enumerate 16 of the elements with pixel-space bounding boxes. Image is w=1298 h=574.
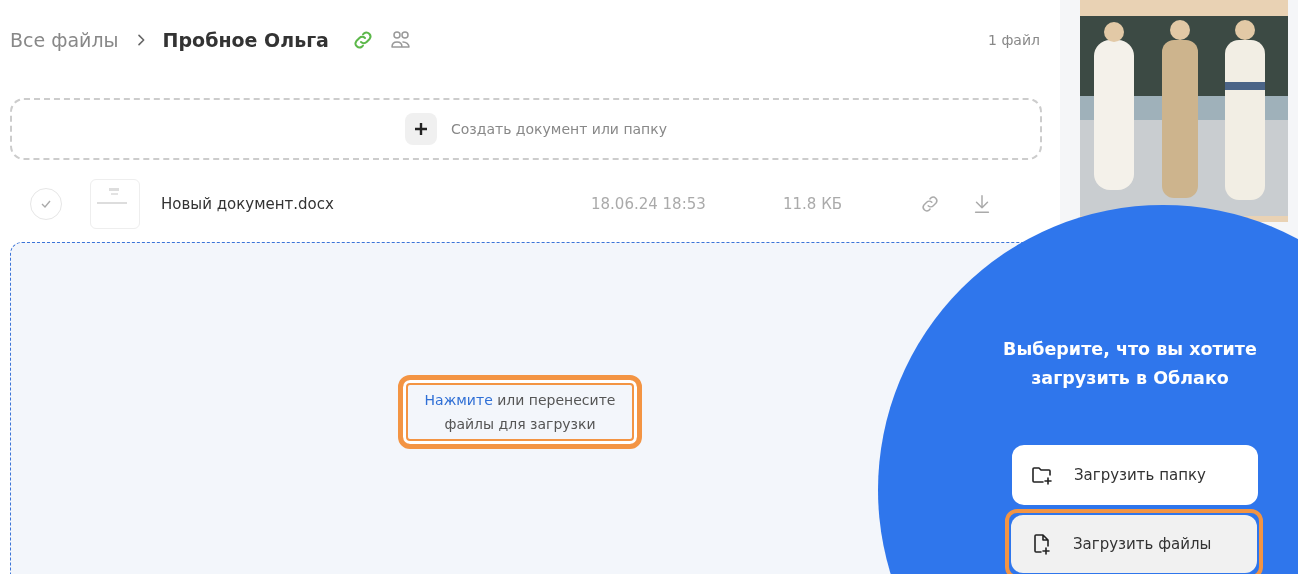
- link-icon[interactable]: [919, 193, 941, 215]
- drop-instructions: Нажмите или перенесите файлы для загрузки: [423, 391, 617, 434]
- document-thumbnail: [90, 179, 140, 229]
- upload-option-button[interactable]: Загрузить файлы: [1011, 515, 1257, 573]
- plus-icon[interactable]: [404, 113, 437, 145]
- breadcrumb-item[interactable]: Все файлы: [10, 29, 119, 51]
- create-label: Создать документ или папку: [450, 121, 667, 137]
- breadcrumb-item[interactable]: Пробное Ольга: [162, 29, 329, 51]
- upload-option-button[interactable]: Загрузить папку: [1012, 445, 1258, 505]
- upload-link[interactable]: Нажмите: [424, 392, 493, 408]
- file-name[interactable]: Новый документ.docx: [161, 195, 591, 213]
- create-area[interactable]: Создать документ или папку: [10, 98, 1042, 160]
- check-icon: [40, 198, 52, 210]
- file-size: 11.8 КБ: [783, 195, 844, 213]
- file-count: 1 файл: [988, 32, 1040, 48]
- file-date: 18.06.24 18:53: [591, 195, 707, 213]
